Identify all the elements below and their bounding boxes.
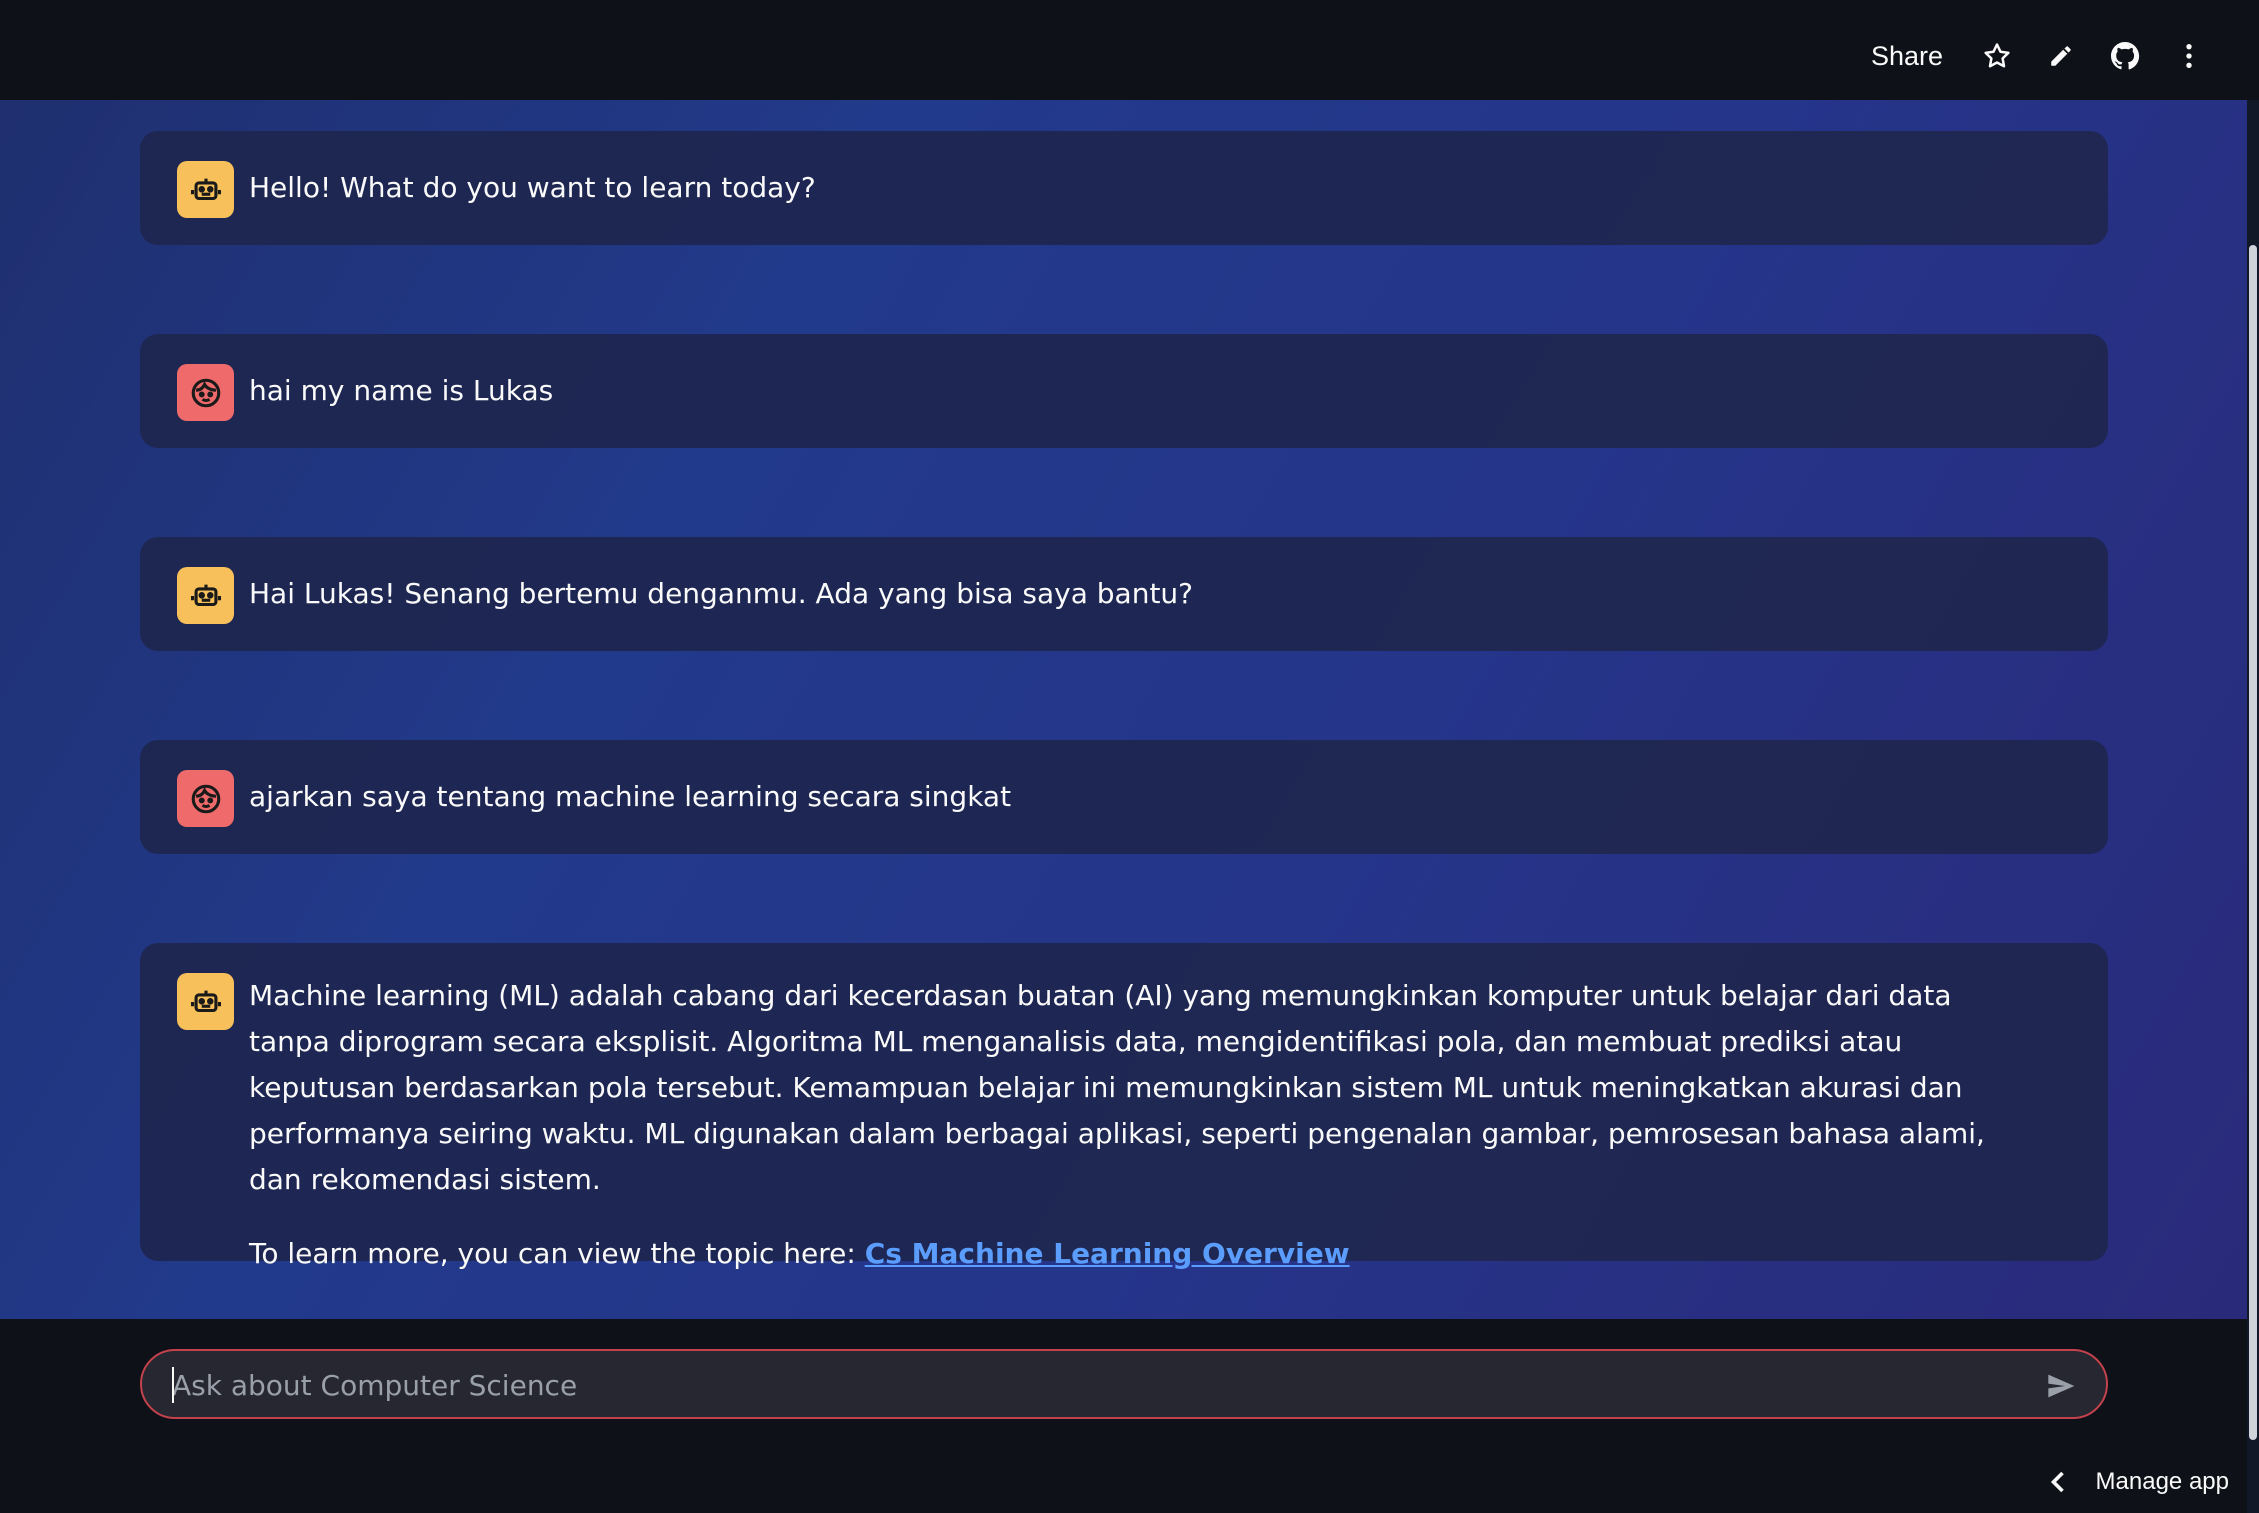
pencil-icon[interactable] <box>2029 24 2093 88</box>
message-text: Machine learning (ML) adalah cabang dari… <box>249 979 1985 1196</box>
app-header: Share <box>0 0 2259 100</box>
header-toolbar: Share <box>1871 0 2221 112</box>
message-text: Hai Lukas! Senang bertemu denganmu. Ada … <box>249 577 1194 610</box>
manage-app-button[interactable]: Manage app <box>2050 1460 2229 1504</box>
chat-input[interactable] <box>170 1351 2016 1419</box>
message-text: hai my name is Lukas <box>249 374 554 407</box>
share-button[interactable]: Share <box>1871 41 1965 72</box>
robot-icon <box>177 973 234 1030</box>
topic-link[interactable]: Cs Machine Learning Overview <box>865 1237 1350 1270</box>
assistant-message: Hai Lukas! Senang bertemu denganmu. Ada … <box>140 537 2108 651</box>
text-caret <box>172 1367 174 1403</box>
topic-link-line: To learn more, you can view the topic he… <box>249 1231 2008 1277</box>
send-icon <box>2048 1374 2075 1398</box>
more-vertical-icon[interactable] <box>2157 24 2221 88</box>
robot-icon <box>177 161 234 218</box>
chat-area: Hello! What do you want to learn today? … <box>0 100 2259 1319</box>
star-icon[interactable] <box>1965 24 2029 88</box>
scrollbar-thumb[interactable] <box>2249 245 2257 1440</box>
user-message: hai my name is Lukas <box>140 334 2108 448</box>
message-text: ajarkan saya tentang machine learning se… <box>249 780 1012 813</box>
send-button[interactable] <box>2038 1363 2084 1409</box>
chat-input-container <box>140 1349 2108 1419</box>
face-icon <box>177 770 234 827</box>
message-text: Hello! What do you want to learn today? <box>249 171 816 204</box>
chevron-left-icon <box>2050 1471 2064 1493</box>
assistant-message: Hello! What do you want to learn today? <box>140 131 2108 245</box>
manage-app-label: Manage app <box>2095 1468 2229 1495</box>
robot-icon <box>177 567 234 624</box>
face-icon <box>177 364 234 421</box>
user-message: ajarkan saya tentang machine learning se… <box>140 740 2108 854</box>
assistant-message: Machine learning (ML) adalah cabang dari… <box>140 943 2108 1270</box>
link-prefix: To learn more, you can view the topic he… <box>249 1237 865 1270</box>
chat-input-bar <box>0 1319 2247 1513</box>
github-icon[interactable] <box>2093 24 2157 88</box>
